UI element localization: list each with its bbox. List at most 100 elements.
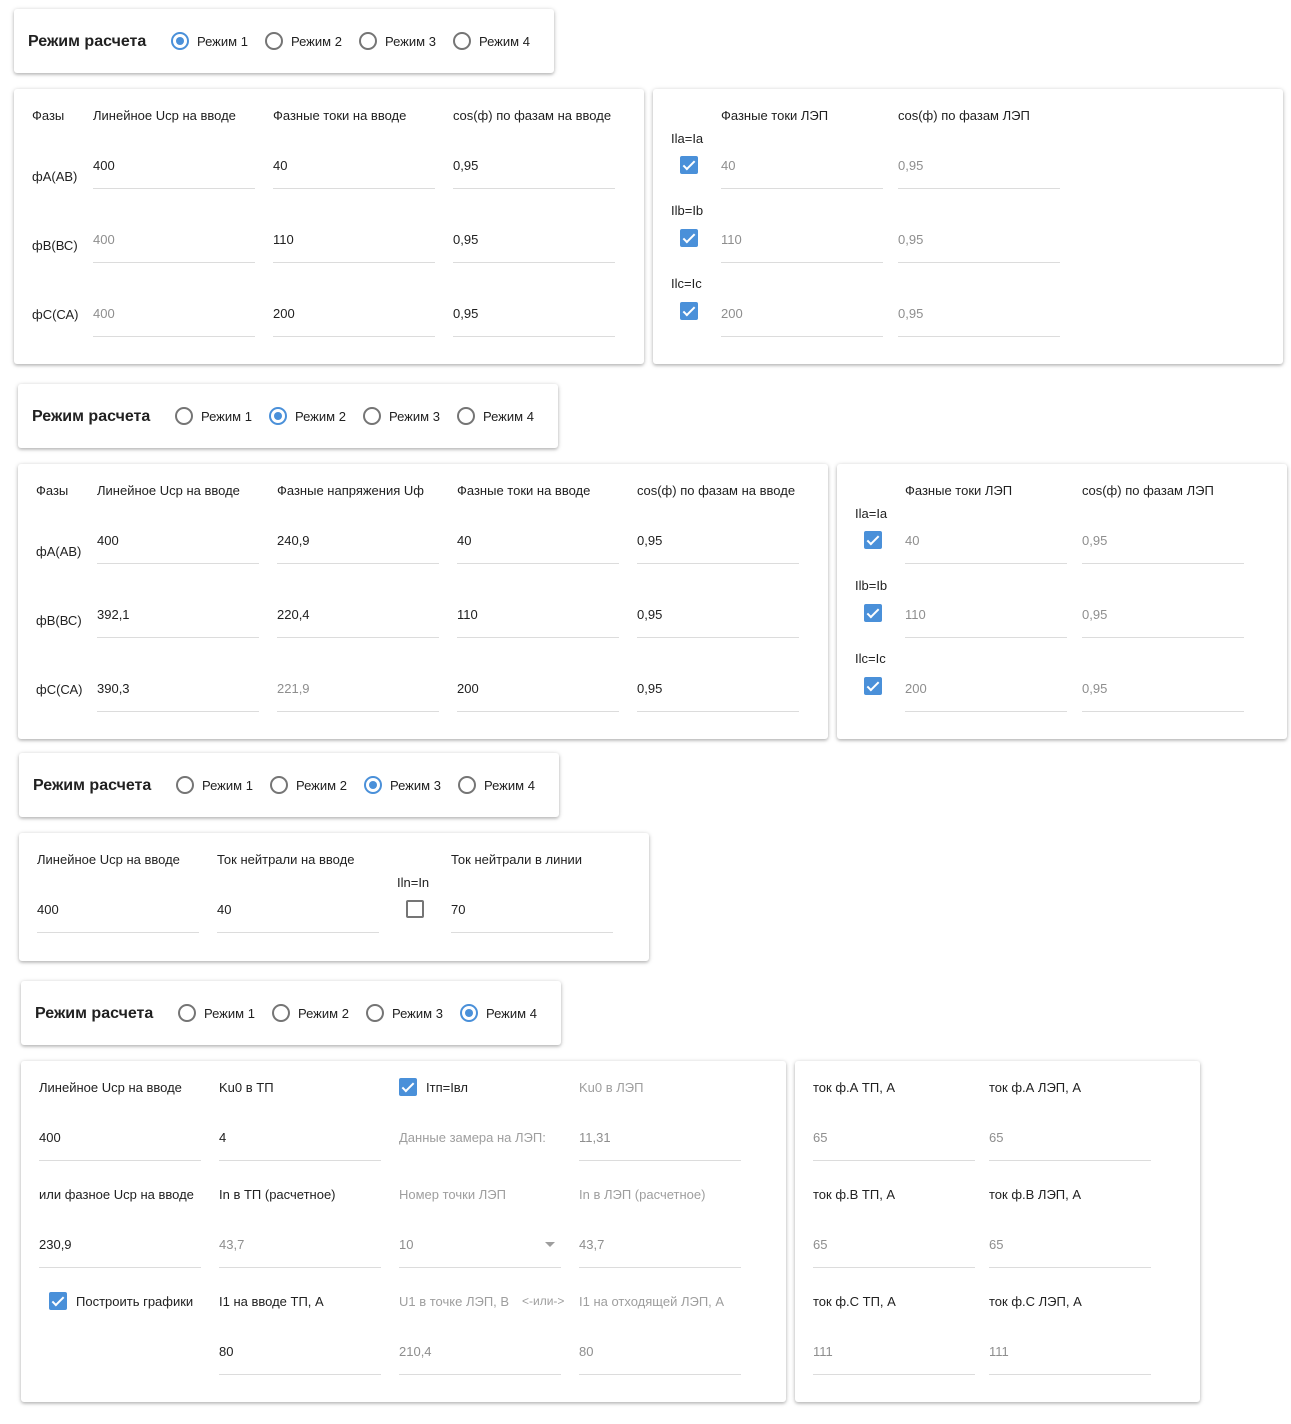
input-cos-field[interactable]: 0,95: [637, 662, 799, 712]
mode-title: Режим расчета: [28, 33, 147, 50]
equal-checkbox[interactable]: [680, 229, 698, 247]
field-value: 200: [273, 306, 295, 321]
field-value: 392,1: [97, 607, 130, 622]
radio-mode-2[interactable]: Режим 2: [265, 32, 342, 50]
b-tp-label: ток ф.В ТП, А: [813, 1187, 896, 1202]
field-value: 0,95: [1082, 533, 1108, 548]
radio-circle: [270, 776, 288, 794]
i1-tp-field[interactable]: 80: [219, 1325, 381, 1375]
field-value: 230,9: [39, 1237, 72, 1252]
equal-checkbox[interactable]: [864, 531, 882, 549]
col-header-line-currents: Фазные токи ЛЭП: [905, 483, 1013, 498]
radio-mode-2[interactable]: Режим 2: [269, 407, 346, 425]
uf-field[interactable]: 230,9: [39, 1218, 201, 1268]
radio-mode-1[interactable]: Режим 1: [175, 407, 252, 425]
ucp-field[interactable]: 400: [37, 883, 199, 933]
radio-label: Режим 2: [295, 408, 346, 424]
field-value: 200: [721, 306, 743, 321]
radio-mode-4[interactable]: Режим 4: [453, 32, 530, 50]
input-current-field[interactable]: 40: [273, 139, 435, 189]
col-header-ucp: Линейное Uср на вводе: [97, 483, 240, 498]
col-header-line-cos: cos(ф) по фазам ЛЭП: [898, 108, 1030, 123]
phase-label: фВ(ВС): [36, 613, 82, 628]
input-cos-field[interactable]: 0,95: [637, 588, 799, 638]
radio-mode-4[interactable]: Режим 4: [457, 407, 534, 425]
line-cos-field: 0,95: [898, 287, 1060, 337]
phase-label: фВ(ВС): [32, 238, 78, 253]
radio-mode-1[interactable]: Режим 1: [171, 32, 248, 50]
radio-mode-3[interactable]: Режим 3: [366, 1004, 443, 1022]
radio-circle: [175, 407, 193, 425]
neutral-input-field[interactable]: 40: [217, 883, 379, 933]
ucp-field[interactable]: 400: [97, 514, 259, 564]
radio-mode-3[interactable]: Режим 3: [363, 407, 440, 425]
radio-mode-2[interactable]: Режим 2: [270, 776, 347, 794]
line-cos-field: 0,95: [898, 213, 1060, 263]
input-cos-field[interactable]: 0,95: [637, 514, 799, 564]
phase-voltage-field[interactable]: 240,9: [277, 514, 439, 564]
input-current-field[interactable]: 200: [457, 662, 619, 712]
radio-label: Режим 4: [479, 33, 530, 49]
a-tp-label: ток ф.А ТП, А: [813, 1080, 896, 1095]
field-value: 40: [721, 158, 736, 173]
radio-label: Режим 2: [291, 33, 342, 49]
field-value: 10: [399, 1237, 414, 1252]
neutral-equal-checkbox[interactable]: [406, 900, 424, 918]
plot-checkbox[interactable]: [49, 1292, 67, 1310]
mode-title: Режим расчета: [32, 408, 151, 425]
field-value: 200: [905, 681, 927, 696]
radio-mode-4[interactable]: Режим 4: [458, 776, 535, 794]
ucp-field[interactable]: 400: [93, 139, 255, 189]
ucp-field[interactable]: 392,1: [97, 588, 259, 638]
radio-circle: [269, 407, 287, 425]
ku0-tp-field[interactable]: 4: [219, 1111, 381, 1161]
input-current-field[interactable]: 200: [273, 287, 435, 337]
field-value: 65: [813, 1130, 828, 1145]
radio-mode-3[interactable]: Режим 3: [364, 776, 441, 794]
input-cos-field[interactable]: 0,95: [453, 287, 615, 337]
ucp-field[interactable]: 400: [39, 1111, 201, 1161]
radio-mode-4[interactable]: Режим 4: [460, 1004, 537, 1022]
equal-checkbox[interactable]: [864, 604, 882, 622]
field-value: 200: [457, 681, 479, 696]
input-cos-field[interactable]: 0,95: [453, 139, 615, 189]
field-value: 0,95: [637, 533, 663, 548]
input-current-field[interactable]: 40: [457, 514, 619, 564]
radio-circle: [176, 776, 194, 794]
radio-mode-2[interactable]: Режим 2: [272, 1004, 349, 1022]
field-value: 0,95: [898, 232, 924, 247]
radio-mode-1[interactable]: Режим 1: [178, 1004, 255, 1022]
radio-mode-3[interactable]: Режим 3: [359, 32, 436, 50]
in-lep-label: In в ЛЭП (расчетное): [579, 1187, 706, 1202]
field-value: 40: [905, 533, 920, 548]
in-tp-field: 43,7: [219, 1218, 381, 1268]
line-cos-field: 0,95: [1082, 514, 1244, 564]
b-lep-field: 65: [989, 1218, 1151, 1268]
field-value: 400: [39, 1130, 61, 1145]
radio-circle: [453, 32, 471, 50]
m1-input-card: Фазы Линейное Uср на вводе Фазные токи н…: [14, 89, 644, 364]
equal-checkbox[interactable]: [680, 302, 698, 320]
itp-equal-checkbox[interactable]: [399, 1078, 417, 1096]
ucp-field[interactable]: 390,3: [97, 662, 259, 712]
m4-main-card: Линейное Uср на вводе 400 Ku0 в ТП 4 Iтп…: [21, 1061, 786, 1402]
field-value: 43,7: [579, 1237, 605, 1252]
u1-label: U1 в точке ЛЭП, В: [399, 1294, 510, 1309]
equal-checkbox[interactable]: [680, 156, 698, 174]
input-current-field[interactable]: 110: [273, 213, 435, 263]
col-header-input-currents: Фазные токи на вводе: [457, 483, 591, 498]
equal-check-label: Ilc=Ic: [855, 651, 886, 666]
neutral-line-field[interactable]: 70: [451, 883, 613, 933]
equal-checkbox[interactable]: [864, 677, 882, 695]
radio-label: Режим 1: [202, 777, 253, 793]
phase-voltage-field[interactable]: 220,4: [277, 588, 439, 638]
radio-circle: [457, 407, 475, 425]
radio-label: Режим 3: [392, 1005, 443, 1021]
radio-label: Режим 3: [390, 777, 441, 793]
radio-mode-1[interactable]: Режим 1: [176, 776, 253, 794]
input-current-field[interactable]: 110: [457, 588, 619, 638]
point-select[interactable]: 10: [399, 1218, 561, 1268]
radio-label: Режим 2: [298, 1005, 349, 1021]
input-cos-field[interactable]: 0,95: [453, 213, 615, 263]
radio-label: Режим 1: [197, 33, 248, 49]
